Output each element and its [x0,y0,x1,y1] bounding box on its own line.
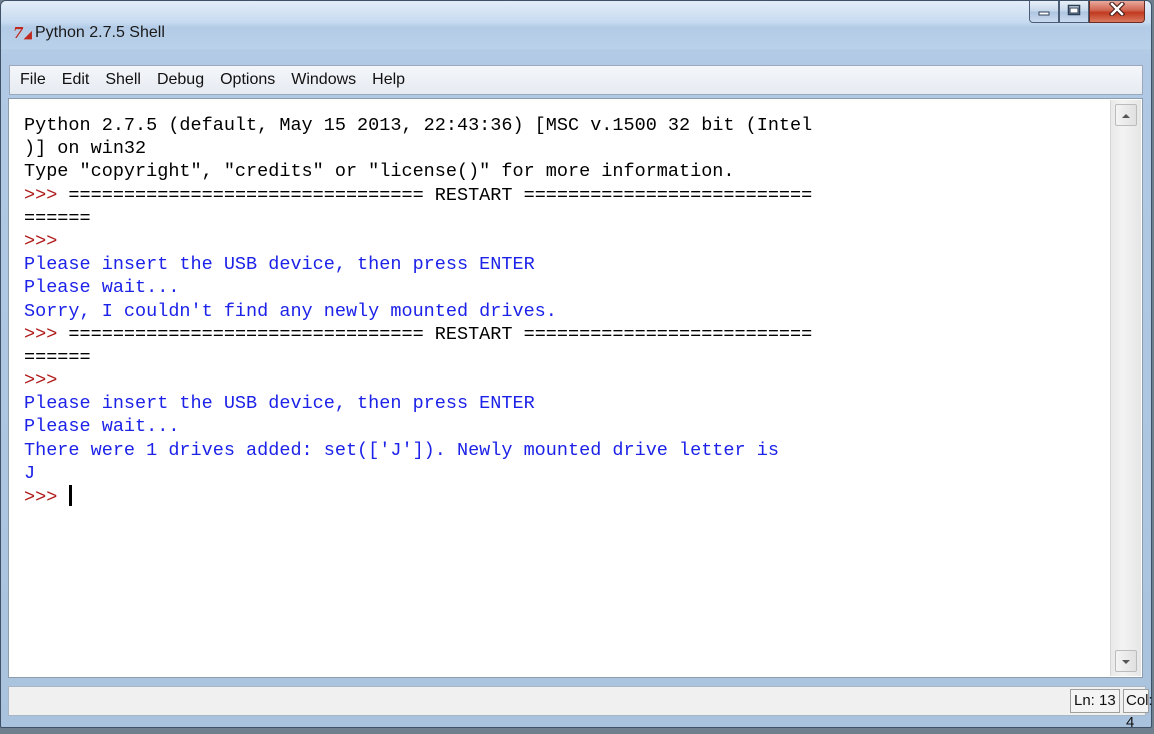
console-line: >>> [24,369,1104,392]
console-line: Please wait... [24,415,1104,438]
console-line: Please wait... [24,276,1104,299]
column-number-status: Col: 4 [1123,689,1153,731]
console-text: Python 2.7.5 (default, May 15 2013, 22:4… [24,115,813,136]
python-idle-icon: 7◢ [13,24,32,42]
close-icon [1108,0,1126,21]
console-line: Type "copyright", "credits" or "license(… [24,160,1104,183]
console-line: J [24,462,1104,485]
status-bar: Ln: 13 Col: 4 [8,686,1153,731]
menu-bar: File Edit Shell Debug Options Windows He… [9,65,1143,95]
restart-banner: ================================ RESTART… [57,184,813,206]
menu-debug[interactable]: Debug [155,71,206,89]
prompt-marker: >>> [24,184,58,206]
maximize-icon [1067,3,1081,21]
console-line: ====== [24,346,1104,369]
scroll-down-button[interactable] [1115,650,1137,672]
program-output-text: Please wait... [24,416,180,438]
minimize-button[interactable] [1029,1,1059,23]
menu-file[interactable]: File [18,71,48,89]
prompt-marker: >>> [24,370,58,392]
text-cursor [69,485,73,506]
line-number-status: Ln: 13 [1070,689,1120,713]
scroll-down-arrow-icon [1121,652,1131,670]
console-line: There were 1 drives added: set(['J']). N… [24,439,1104,462]
menu-options[interactable]: Options [218,71,277,89]
title-bar[interactable]: 7◢ Python 2.7.5 Shell [1,0,1151,49]
console-line: >>> ================================ RES… [24,184,1104,207]
menu-shell[interactable]: Shell [103,71,143,89]
close-button[interactable] [1089,0,1145,23]
menu-windows[interactable]: Windows [289,71,358,89]
prompt-marker: >>> [24,323,58,345]
program-output-text: J [24,462,36,484]
console-line: Please insert the USB device, then press… [24,253,1104,276]
prompt-marker: >>> [24,230,58,252]
program-output-text: Please insert the USB device, then press… [24,393,535,415]
console-line: >>> ================================ RES… [24,323,1104,346]
maximize-button[interactable] [1059,1,1089,23]
program-output-text: Please insert the USB device, then press… [24,254,535,276]
console-line: )] on win32 [24,137,1104,160]
console-line: Python 2.7.5 (default, May 15 2013, 22:4… [24,114,1104,137]
program-output-text: Sorry, I couldn't find any newly mounted… [24,300,557,322]
console-line: >>> [24,485,1104,508]
window-title: Python 2.7.5 Shell [35,24,165,41]
console-line: >>> [24,230,1104,253]
menu-edit[interactable]: Edit [60,71,92,89]
console-text: ====== [24,346,91,368]
scroll-up-button[interactable] [1115,104,1137,126]
scroll-up-arrow-icon [1121,106,1131,124]
menu-help[interactable]: Help [370,71,407,89]
shell-output[interactable]: Python 2.7.5 (default, May 15 2013, 22:4… [24,114,1104,508]
restart-banner: ================================ RESTART… [57,323,813,345]
console-text: )] on win32 [24,138,147,160]
program-output-text: Please wait... [24,277,180,299]
console-line: Sorry, I couldn't find any newly mounted… [24,300,1104,323]
vertical-scrollbar[interactable] [1110,100,1141,676]
prompt-marker: >>> [24,487,69,508]
console-text: Type "copyright", "credits" or "license(… [24,161,735,183]
console-line: ====== [24,207,1104,230]
minimize-icon [1038,3,1050,21]
window-controls [1029,0,1145,25]
console-line: Please insert the USB device, then press… [24,392,1104,415]
console-text: ====== [24,207,91,229]
program-output-text: There were 1 drives added: set(['J']). N… [24,439,779,461]
